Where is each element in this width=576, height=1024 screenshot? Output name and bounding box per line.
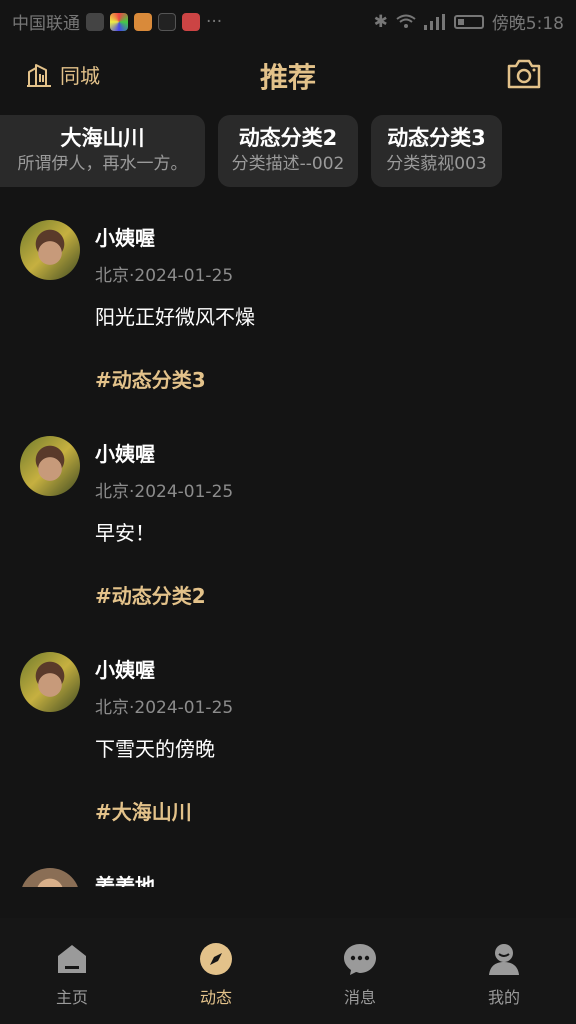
carrier-label: 中国联通 [12, 14, 80, 34]
post-author: 姜姜地 [95, 874, 155, 887]
compass-icon [200, 943, 232, 975]
status-time: 傍晚5:18 [491, 14, 564, 34]
post-tag[interactable]: #动态分类3 [95, 364, 206, 393]
top-header: 同城 推荐 [0, 50, 576, 100]
tab-label: 消息 [343, 988, 376, 1007]
category-desc: 分类藐视003 [386, 153, 487, 174]
post-author: 小姨喔 [95, 442, 155, 466]
post-item[interactable]: 小姨喔 北京·2024-01-25 阳光正好微风不燥 #动态分类3 [0, 200, 576, 400]
status-bar: 中国联通 ··· ✱ 傍晚5:18 [0, 0, 576, 40]
category-title: 大海山川 [60, 126, 145, 151]
post-item[interactable]: 小姨喔 北京·2024-01-25 下雪天的傍晚 #大海山川 [0, 632, 576, 832]
status-right: ✱ 傍晚5:18 [373, 9, 564, 35]
avatar[interactable] [20, 868, 80, 887]
user-icon [489, 944, 519, 975]
camera-icon [507, 59, 541, 89]
post-item[interactable]: 小姨喔 北京·2024-01-25 早安！ #动态分类2 [0, 416, 576, 616]
avatar[interactable] [20, 220, 80, 280]
hd-icon [86, 12, 104, 31]
tab-home[interactable]: 主页 [0, 918, 144, 1024]
tab-messages[interactable]: 消息 [288, 918, 432, 1024]
tab-profile[interactable]: 我的 [432, 918, 576, 1024]
tab-label: 主页 [55, 988, 88, 1007]
avatar[interactable] [20, 436, 80, 496]
category-chip[interactable]: 动态分类3 分类藐视003 [371, 115, 502, 187]
post-feed: 小姨喔 北京·2024-01-25 阳光正好微风不燥 #动态分类3 小姨喔 北京… [0, 200, 576, 887]
tab-moments[interactable]: 动态 [144, 918, 288, 1024]
avatar[interactable] [20, 652, 80, 712]
signal-icon [423, 13, 445, 30]
post-item-partial[interactable]: 姜姜地 [0, 866, 576, 887]
category-title: 动态分类2 [238, 126, 338, 151]
wifi-icon [396, 14, 416, 28]
camera-button[interactable] [506, 58, 542, 94]
tab-label: 动态 [199, 988, 232, 1007]
bottom-tab-bar: 主页 动态 消息 我的 [0, 918, 576, 1024]
home-icon [58, 945, 86, 973]
post-content: 阳光正好微风不燥 [95, 305, 255, 329]
bluetooth-icon: ✱ [373, 11, 388, 32]
category-chip[interactable]: 动态分类2 分类描述--002 [218, 115, 358, 187]
app-notification-icon-3 [182, 12, 200, 31]
post-meta: 北京·2024-01-25 [95, 482, 234, 502]
category-desc: 分类描述--002 [231, 153, 345, 174]
category-desc: 所谓伊人，再水一方。 [17, 153, 188, 174]
app-notification-icon [110, 12, 128, 31]
more-notifications-icon: ··· [206, 11, 223, 32]
category-chip[interactable]: 大海山川 所谓伊人，再水一方。 [0, 115, 205, 187]
post-meta: 北京·2024-01-25 [95, 698, 234, 718]
page-title: 推荐 [259, 61, 316, 94]
app-notification-icon-2 [134, 12, 152, 31]
post-tag[interactable]: #动态分类2 [95, 580, 206, 609]
category-title: 动态分类3 [387, 126, 486, 151]
post-tag[interactable]: #大海山川 [95, 796, 192, 825]
tab-label: 我的 [487, 988, 520, 1007]
status-left: 中国联通 ··· [12, 9, 223, 35]
post-author: 小姨喔 [95, 658, 155, 682]
category-chips: 大海山川 所谓伊人，再水一方。 动态分类2 分类描述--002 动态分类3 分类… [0, 115, 502, 187]
message-icon [344, 944, 376, 975]
post-author: 小姨喔 [95, 226, 155, 250]
post-meta: 北京·2024-01-25 [95, 266, 234, 286]
post-content: 早安！ [95, 521, 155, 545]
post-content: 下雪天的傍晚 [95, 737, 215, 761]
battery-icon [453, 14, 484, 29]
capcut-icon [158, 12, 176, 31]
